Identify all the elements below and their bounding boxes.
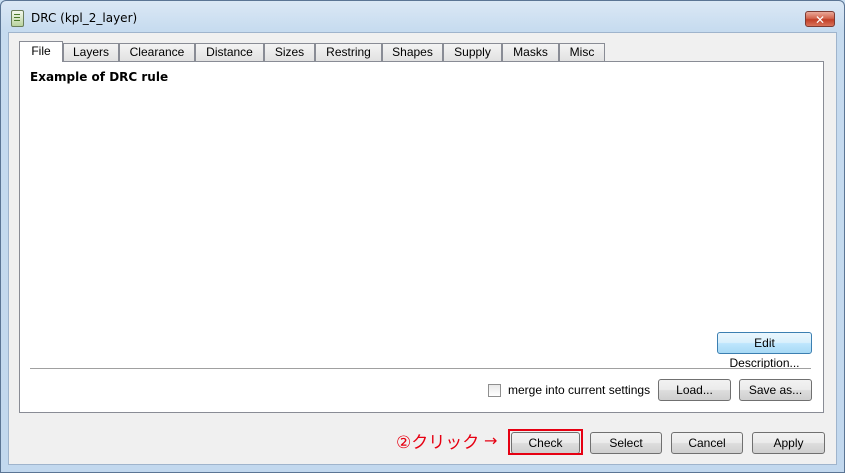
- save-as-button[interactable]: Save as...: [739, 379, 812, 401]
- merge-checkbox-label[interactable]: merge into current settings: [508, 383, 650, 397]
- tab-layers[interactable]: Layers: [63, 43, 119, 61]
- panel-divider: [30, 368, 811, 370]
- tab-label: Masks: [513, 45, 548, 59]
- tab-label: Sizes: [274, 45, 305, 59]
- app-icon: [11, 10, 24, 27]
- tab-label: Shapes: [392, 45, 433, 59]
- load-button[interactable]: Load...: [658, 379, 731, 401]
- tab-label: File: [31, 44, 51, 58]
- edit-description-button[interactable]: Edit Description...: [717, 332, 812, 370]
- merge-checkbox[interactable]: [488, 384, 501, 397]
- tab-sizes[interactable]: Sizes: [264, 43, 315, 61]
- apply-button[interactable]: Apply: [752, 432, 825, 454]
- tab-masks[interactable]: Masks: [502, 43, 559, 61]
- tab-restring[interactable]: Restring: [315, 43, 382, 61]
- tab-label: Restring: [326, 45, 371, 59]
- drc-description-text: Example of DRC rule: [30, 70, 169, 84]
- tab-label: Layers: [72, 45, 110, 59]
- tab-misc[interactable]: Misc: [559, 43, 605, 61]
- cancel-button[interactable]: Cancel: [671, 432, 743, 454]
- tab-label: Clearance: [129, 45, 185, 59]
- tab-clearance[interactable]: Clearance: [119, 43, 195, 61]
- window-title: DRC (kpl_2_layer): [31, 11, 138, 25]
- tab-label: Supply: [454, 45, 491, 59]
- tab-distance[interactable]: Distance: [195, 43, 264, 61]
- tab-label: Misc: [569, 45, 595, 59]
- tab-shapes[interactable]: Shapes: [382, 43, 443, 61]
- click-annotation-text: ②クリック: [396, 433, 480, 453]
- file-tab-panel: Example of DRC rule Edit Description... …: [19, 61, 824, 413]
- tab-file[interactable]: File: [19, 41, 63, 62]
- tab-label: Distance: [206, 45, 253, 59]
- annotation-arrow-icon: →: [484, 431, 498, 450]
- select-button[interactable]: Select: [590, 432, 662, 454]
- tab-supply[interactable]: Supply: [443, 43, 502, 61]
- check-button-highlight: [508, 429, 583, 455]
- close-icon: ✕: [814, 13, 826, 27]
- close-button[interactable]: ✕: [805, 11, 835, 27]
